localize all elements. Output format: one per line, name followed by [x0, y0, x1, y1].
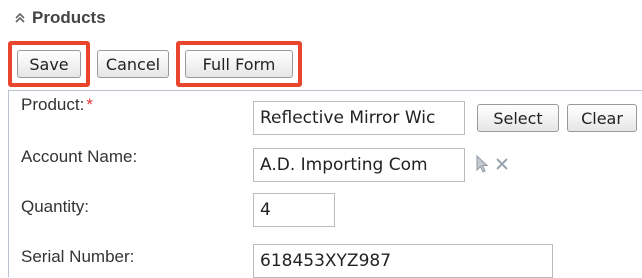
product-label: Product: *	[21, 95, 93, 115]
product-clear-button[interactable]: Clear	[567, 104, 637, 132]
product-field[interactable]: Reflective Mirror Wic	[253, 101, 465, 135]
panel-title: Products	[32, 8, 106, 27]
required-marker: *	[86, 95, 93, 114]
serial-number-field[interactable]: 618453XYZ987	[253, 244, 553, 278]
product-select-button[interactable]: Select	[477, 104, 559, 132]
quantity-field[interactable]: 4	[253, 193, 335, 227]
quantity-label: Quantity:	[21, 197, 90, 216]
chevron-double-up-icon[interactable]	[12, 10, 28, 26]
action-toolbar: Save Cancel Full Form	[0, 38, 642, 94]
product-form: Product: * Reflective Mirror Wic Select C…	[8, 90, 642, 278]
close-x-icon[interactable]	[492, 152, 512, 176]
cancel-button[interactable]: Cancel	[97, 50, 169, 78]
account-name-label: Account Name:	[21, 147, 138, 166]
product-label-text: Product:	[21, 95, 85, 114]
cursor-arrow-icon[interactable]	[472, 152, 492, 176]
serial-number-label: Serial Number:	[21, 247, 135, 266]
panel-header: Products	[12, 4, 106, 32]
save-button[interactable]: Save	[17, 50, 81, 78]
full-form-button[interactable]: Full Form	[185, 50, 293, 78]
account-name-field[interactable]: A.D. Importing Com	[253, 148, 465, 182]
